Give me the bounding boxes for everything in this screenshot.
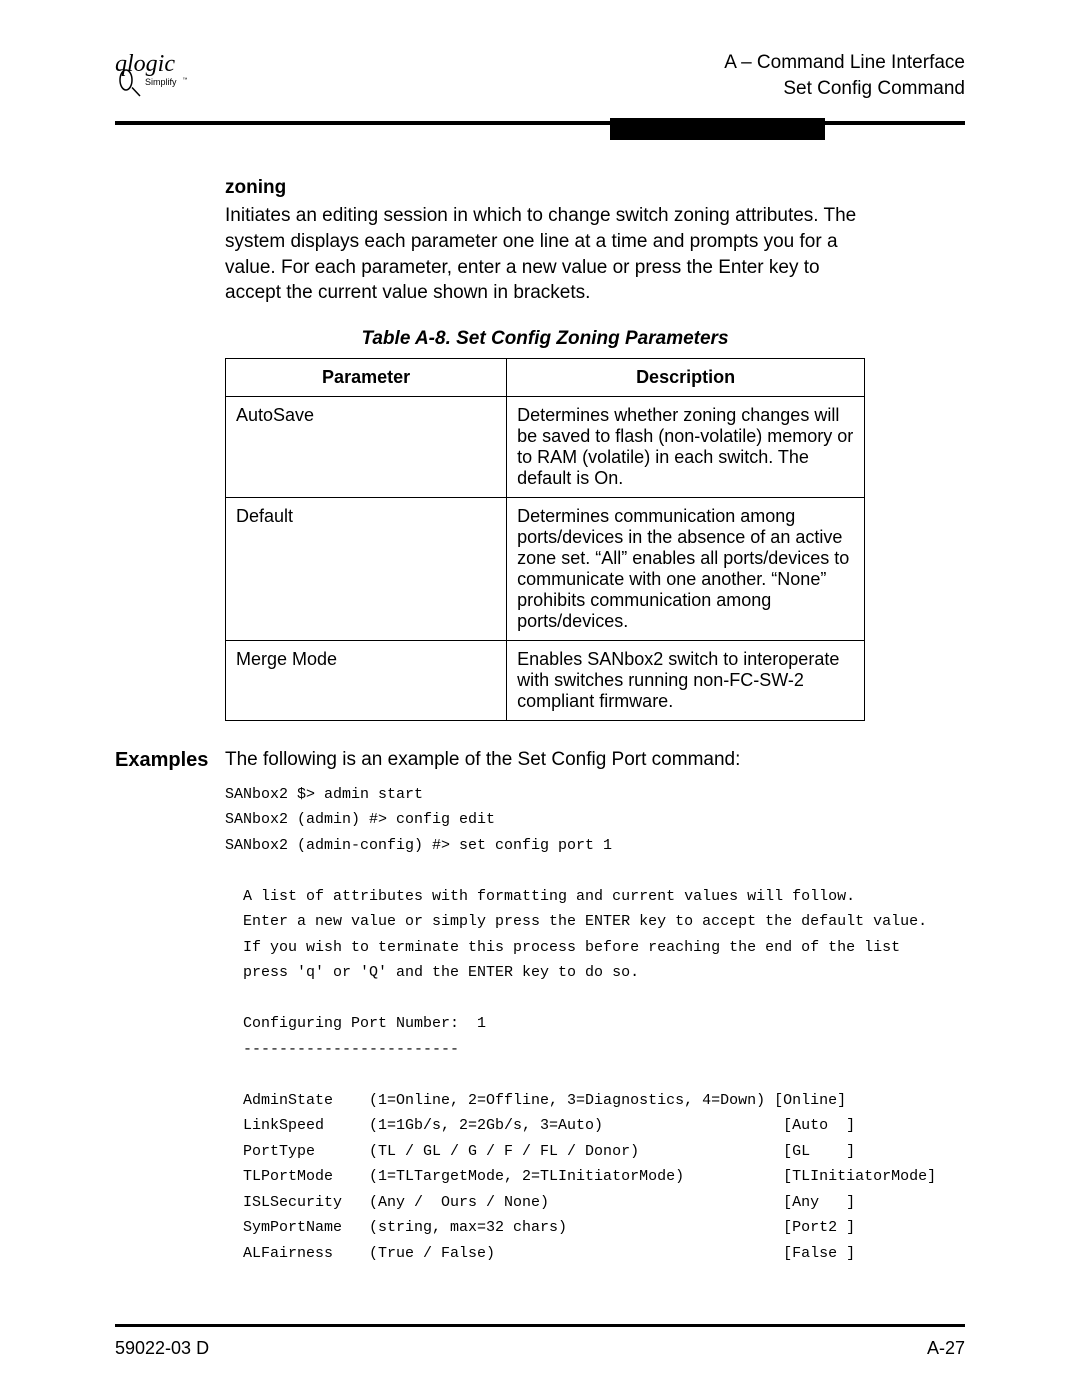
header-title-block: A – Command Line Interface Set Config Co…	[724, 50, 965, 101]
table-caption: Table A-8. Set Config Zoning Parameters	[225, 328, 865, 350]
col-header-parameter: Parameter	[226, 358, 507, 396]
param-name: AutoSave	[226, 396, 507, 497]
footer-rule	[115, 1324, 965, 1327]
param-desc: Determines whether zoning changes will b…	[507, 396, 865, 497]
page-header: qlogic Simplify ™ A – Command Line Inter…	[115, 50, 965, 119]
header-subtitle: Set Config Command	[724, 76, 965, 102]
svg-text:Simplify: Simplify	[145, 77, 177, 87]
param-desc: Determines communication among ports/dev…	[507, 497, 865, 640]
param-name: Merge Mode	[226, 640, 507, 720]
examples-label: Examples	[115, 749, 225, 772]
examples-block: Examples The following is an example of …	[115, 749, 965, 772]
table-row: Merge Mode Enables SANbox2 switch to int…	[226, 640, 865, 720]
header-chapter: A – Command Line Interface	[724, 50, 965, 76]
table-row: Default Determines communication among p…	[226, 497, 865, 640]
svg-text:qlogic: qlogic	[115, 51, 175, 77]
footer-doc-id: 59022-03 D	[115, 1338, 209, 1359]
param-name: Default	[226, 497, 507, 640]
examples-intro: The following is an example of the Set C…	[225, 749, 740, 772]
page-footer: 59022-03 D A-27	[115, 1338, 965, 1359]
example-code-block: SANbox2 $> admin start SANbox2 (admin) #…	[225, 782, 965, 1267]
section-tab	[610, 118, 825, 140]
param-desc: Enables SANbox2 switch to interoperate w…	[507, 640, 865, 720]
table-row: AutoSave Determines whether zoning chang…	[226, 396, 865, 497]
section-heading: zoning	[225, 177, 965, 199]
params-table: Parameter Description AutoSave Determine…	[225, 358, 865, 721]
svg-text:™: ™	[183, 77, 188, 83]
footer-page-number: A-27	[927, 1338, 965, 1359]
section-body: Initiates an editing session in which to…	[225, 203, 865, 306]
brand-logo: qlogic Simplify ™	[115, 50, 225, 98]
col-header-description: Description	[507, 358, 865, 396]
